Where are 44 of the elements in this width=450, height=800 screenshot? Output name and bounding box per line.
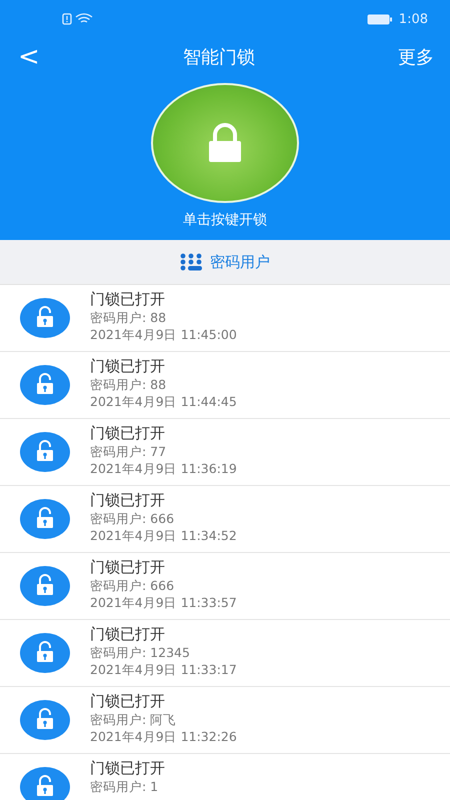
unlocked-padlock-icon: [20, 298, 70, 338]
record-title: 门锁已打开: [90, 357, 166, 375]
record-user: 密码用户: 88: [90, 310, 168, 325]
record-title: 门锁已打开: [90, 759, 165, 777]
unlocked-padlock-icon: [20, 432, 70, 472]
record-time: 2021年4月9日 11:44:45: [90, 394, 237, 409]
record-user: 密码用户: 12345: [90, 645, 191, 660]
record-time: 2021年4月9日 11:33:57: [90, 595, 237, 610]
record-time: 2021年4月9日 11:32:26: [90, 729, 237, 744]
password-users-tab[interactable]: 密码用户: [176, 248, 274, 276]
record-title: 门锁已打开: [90, 290, 166, 308]
record-row[interactable]: 门锁已打开 密码用户: 1: [0, 754, 450, 800]
unlock-caption: 单击按键开锁: [183, 211, 267, 229]
record-user: 密码用户: 77: [90, 444, 168, 459]
record-time: 2021年4月9日 11:36:19: [90, 461, 237, 476]
keypad-icon: [180, 253, 202, 271]
record-user: 密码用户: 666: [90, 578, 176, 593]
battery-icon: [366, 14, 393, 24]
record-user: 密码用户: 1: [90, 779, 160, 794]
unlocked-padlock-icon: [20, 700, 70, 740]
record-title: 门锁已打开: [90, 692, 166, 710]
record-title: 门锁已打开: [90, 424, 166, 442]
record-row[interactable]: 门锁已打开 密码用户: 77 2021年4月9日 11:36:19: [0, 419, 450, 486]
record-title: 门锁已打开: [90, 491, 166, 509]
record-title: 门锁已打开: [90, 558, 166, 576]
record-row[interactable]: 门锁已打开 密码用户: 666 2021年4月9日 11:33:57: [0, 553, 450, 620]
record-time: 2021年4月9日 11:34:52: [90, 528, 237, 543]
record-row[interactable]: 门锁已打开 密码用户: 88 2021年4月9日 11:45:00: [0, 285, 450, 352]
record-row[interactable]: 门锁已打开 密码用户: 12345 2021年4月9日 11:33:17: [0, 620, 450, 687]
record-row[interactable]: 门锁已打开 密码用户: 阿飞 2021年4月9日 11:32:26: [0, 687, 450, 754]
record-user: 密码用户: 666: [90, 511, 176, 526]
record-time: 2021年4月9日 11:45:00: [90, 327, 237, 342]
page-title: 智能门锁: [182, 46, 255, 69]
unlocked-padlock-icon: [20, 633, 70, 673]
unlocked-padlock-icon: [20, 499, 70, 539]
unlocked-padlock-icon: [20, 365, 70, 405]
record-title: 门锁已打开: [90, 625, 166, 643]
status-time: 1:08: [398, 12, 428, 26]
unlocked-padlock-icon: [20, 566, 70, 606]
record-row[interactable]: 门锁已打开 密码用户: 88 2021年4月9日 11:44:45: [0, 352, 450, 419]
record-user: 密码用户: 阿飞: [90, 712, 178, 727]
record-row[interactable]: 门锁已打开 密码用户: 666 2021年4月9日 11:34:52: [0, 486, 450, 553]
record-user: 密码用户: 88: [90, 377, 168, 392]
record-time: 2021年4月9日 11:33:17: [90, 662, 237, 677]
